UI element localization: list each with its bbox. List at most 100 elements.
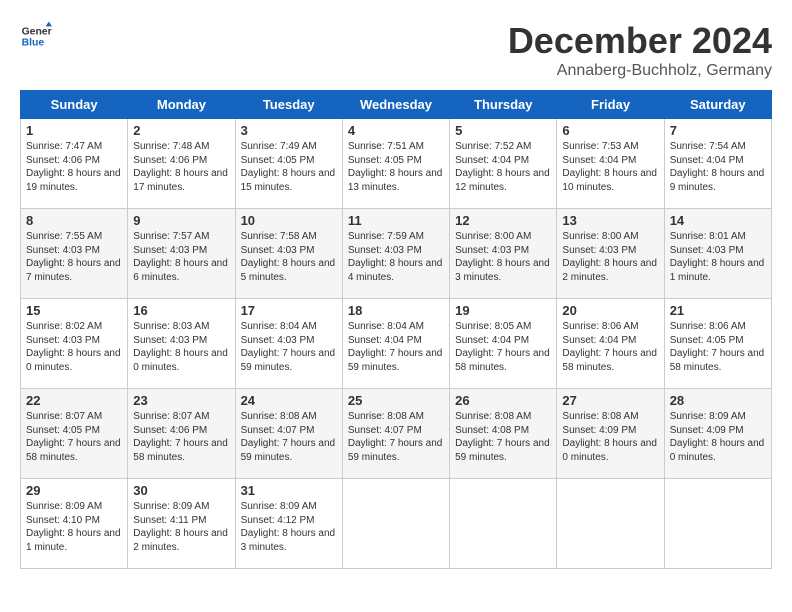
day-cell-28: 28 Sunrise: 8:09 AMSunset: 4:09 PMDayligh… (664, 389, 771, 479)
day-number-17: 17 (241, 303, 337, 318)
day-content-18: Sunrise: 8:04 AMSunset: 4:04 PMDaylight:… (348, 320, 444, 374)
day-cell-1: 1 Sunrise: 7:47 AMSunset: 4:06 PMDaylight… (21, 119, 128, 209)
day-cell-20: 20 Sunrise: 8:06 AMSunset: 4:04 PMDayligh… (557, 299, 664, 389)
day-content-6: Sunrise: 7:53 AMSunset: 4:04 PMDaylight:… (562, 140, 658, 194)
day-number-25: 25 (348, 393, 444, 408)
day-number-23: 23 (133, 393, 229, 408)
day-content-28: Sunrise: 8:09 AMSunset: 4:09 PMDaylight:… (670, 410, 766, 464)
empty-cell (342, 479, 449, 569)
day-cell-22: 22 Sunrise: 8:07 AMSunset: 4:05 PMDayligh… (21, 389, 128, 479)
empty-cell (557, 479, 664, 569)
day-number-18: 18 (348, 303, 444, 318)
day-number-22: 22 (26, 393, 122, 408)
day-content-25: Sunrise: 8:08 AMSunset: 4:07 PMDaylight:… (348, 410, 444, 464)
day-content-10: Sunrise: 7:58 AMSunset: 4:03 PMDaylight:… (241, 230, 337, 284)
day-number-1: 1 (26, 123, 122, 138)
day-content-9: Sunrise: 7:57 AMSunset: 4:03 PMDaylight:… (133, 230, 229, 284)
day-cell-4: 4 Sunrise: 7:51 AMSunset: 4:05 PMDaylight… (342, 119, 449, 209)
calendar-table: Sunday Monday Tuesday Wednesday Thursday… (20, 90, 772, 569)
day-number-24: 24 (241, 393, 337, 408)
header-tuesday: Tuesday (235, 91, 342, 119)
day-cell-26: 26 Sunrise: 8:08 AMSunset: 4:08 PMDayligh… (450, 389, 557, 479)
day-cell-13: 13 Sunrise: 8:00 AMSunset: 4:03 PMDayligh… (557, 209, 664, 299)
day-number-16: 16 (133, 303, 229, 318)
day-number-27: 27 (562, 393, 658, 408)
day-number-20: 20 (562, 303, 658, 318)
day-content-1: Sunrise: 7:47 AMSunset: 4:06 PMDaylight:… (26, 140, 122, 194)
day-number-13: 13 (562, 213, 658, 228)
day-cell-5: 5 Sunrise: 7:52 AMSunset: 4:04 PMDaylight… (450, 119, 557, 209)
day-content-7: Sunrise: 7:54 AMSunset: 4:04 PMDaylight:… (670, 140, 766, 194)
day-content-13: Sunrise: 8:00 AMSunset: 4:03 PMDaylight:… (562, 230, 658, 284)
day-cell-30: 30 Sunrise: 8:09 AMSunset: 4:11 PMDayligh… (128, 479, 235, 569)
day-cell-7: 7Sunrise: 7:54 AMSunset: 4:04 PMDaylight… (664, 119, 771, 209)
day-number-31: 31 (241, 483, 337, 498)
day-cell-27: 27 Sunrise: 8:08 AMSunset: 4:09 PMDayligh… (557, 389, 664, 479)
day-cell-23: 23 Sunrise: 8:07 AMSunset: 4:06 PMDayligh… (128, 389, 235, 479)
calendar-subtitle: Annaberg-Buchholz, Germany (508, 62, 772, 80)
day-cell-15: 15 Sunrise: 8:02 AMSunset: 4:03 PMDayligh… (21, 299, 128, 389)
day-content-17: Sunrise: 8:04 AMSunset: 4:03 PMDaylight:… (241, 320, 337, 374)
day-content-5: Sunrise: 7:52 AMSunset: 4:04 PMDaylight:… (455, 140, 551, 194)
calendar-week-4: 22 Sunrise: 8:07 AMSunset: 4:05 PMDayligh… (21, 389, 772, 479)
day-number-15: 15 (26, 303, 122, 318)
day-number-11: 11 (348, 213, 444, 228)
svg-text:Blue: Blue (22, 38, 45, 49)
day-number-10: 10 (241, 213, 337, 228)
header-wednesday: Wednesday (342, 91, 449, 119)
day-content-22: Sunrise: 8:07 AMSunset: 4:05 PMDaylight:… (26, 410, 122, 464)
day-content-20: Sunrise: 8:06 AMSunset: 4:04 PMDaylight:… (562, 320, 658, 374)
day-number-21: 21 (670, 303, 766, 318)
day-content-15: Sunrise: 8:02 AMSunset: 4:03 PMDaylight:… (26, 320, 122, 374)
day-content-11: Sunrise: 7:59 AMSunset: 4:03 PMDaylight:… (348, 230, 444, 284)
header-saturday: Saturday (664, 91, 771, 119)
day-content-4: Sunrise: 7:51 AMSunset: 4:05 PMDaylight:… (348, 140, 444, 194)
day-number-26: 26 (455, 393, 551, 408)
calendar-body: 1 Sunrise: 7:47 AMSunset: 4:06 PMDaylight… (21, 119, 772, 569)
day-content-16: Sunrise: 8:03 AMSunset: 4:03 PMDaylight:… (133, 320, 229, 374)
day-cell-19: 19 Sunrise: 8:05 AMSunset: 4:04 PMDayligh… (450, 299, 557, 389)
day-number-9: 9 (133, 213, 229, 228)
calendar-week-3: 15 Sunrise: 8:02 AMSunset: 4:03 PMDayligh… (21, 299, 772, 389)
day-number-30: 30 (133, 483, 229, 498)
day-content-8: Sunrise: 7:55 AMSunset: 4:03 PMDaylight:… (26, 230, 122, 284)
empty-cell (664, 479, 771, 569)
day-content-19: Sunrise: 8:05 AMSunset: 4:04 PMDaylight:… (455, 320, 551, 374)
day-number-19: 19 (455, 303, 551, 318)
day-cell-18: 18 Sunrise: 8:04 AMSunset: 4:04 PMDayligh… (342, 299, 449, 389)
calendar-week-2: 8Sunrise: 7:55 AMSunset: 4:03 PMDaylight… (21, 209, 772, 299)
day-content-31: Sunrise: 8:09 AMSunset: 4:12 PMDaylight:… (241, 500, 337, 554)
day-number-14: 14 (670, 213, 766, 228)
day-content-26: Sunrise: 8:08 AMSunset: 4:08 PMDaylight:… (455, 410, 551, 464)
calendar-title: December 2024 (508, 20, 772, 62)
header-friday: Friday (557, 91, 664, 119)
weekday-header-row: Sunday Monday Tuesday Wednesday Thursday… (21, 91, 772, 119)
day-content-21: Sunrise: 8:06 AMSunset: 4:05 PMDaylight:… (670, 320, 766, 374)
day-number-3: 3 (241, 123, 337, 138)
day-cell-8: 8Sunrise: 7:55 AMSunset: 4:03 PMDaylight… (21, 209, 128, 299)
day-content-3: Sunrise: 7:49 AMSunset: 4:05 PMDaylight:… (241, 140, 337, 194)
calendar-week-1: 1 Sunrise: 7:47 AMSunset: 4:06 PMDaylight… (21, 119, 772, 209)
day-cell-21: 21 Sunrise: 8:06 AMSunset: 4:05 PMDayligh… (664, 299, 771, 389)
header-sunday: Sunday (21, 91, 128, 119)
title-section: December 2024 Annaberg-Buchholz, Germany (508, 20, 772, 80)
day-content-30: Sunrise: 8:09 AMSunset: 4:11 PMDaylight:… (133, 500, 229, 554)
day-cell-14: 14Sunrise: 8:01 AMSunset: 4:03 PMDayligh… (664, 209, 771, 299)
day-cell-12: 12Sunrise: 8:00 AMSunset: 4:03 PMDayligh… (450, 209, 557, 299)
day-cell-3: 3 Sunrise: 7:49 AMSunset: 4:05 PMDaylight… (235, 119, 342, 209)
day-number-2: 2 (133, 123, 229, 138)
day-number-5: 5 (455, 123, 551, 138)
day-content-23: Sunrise: 8:07 AMSunset: 4:06 PMDaylight:… (133, 410, 229, 464)
day-cell-29: 29Sunrise: 8:09 AMSunset: 4:10 PMDayligh… (21, 479, 128, 569)
day-content-29: Sunrise: 8:09 AMSunset: 4:10 PMDaylight:… (26, 500, 122, 554)
day-number-4: 4 (348, 123, 444, 138)
day-cell-24: 24 Sunrise: 8:08 AMSunset: 4:07 PMDayligh… (235, 389, 342, 479)
logo: General Blue (20, 20, 52, 52)
day-number-6: 6 (562, 123, 658, 138)
day-content-2: Sunrise: 7:48 AMSunset: 4:06 PMDaylight:… (133, 140, 229, 194)
logo-icon: General Blue (20, 20, 52, 52)
day-content-24: Sunrise: 8:08 AMSunset: 4:07 PMDaylight:… (241, 410, 337, 464)
day-content-27: Sunrise: 8:08 AMSunset: 4:09 PMDaylight:… (562, 410, 658, 464)
day-number-28: 28 (670, 393, 766, 408)
day-cell-17: 17 Sunrise: 8:04 AMSunset: 4:03 PMDayligh… (235, 299, 342, 389)
